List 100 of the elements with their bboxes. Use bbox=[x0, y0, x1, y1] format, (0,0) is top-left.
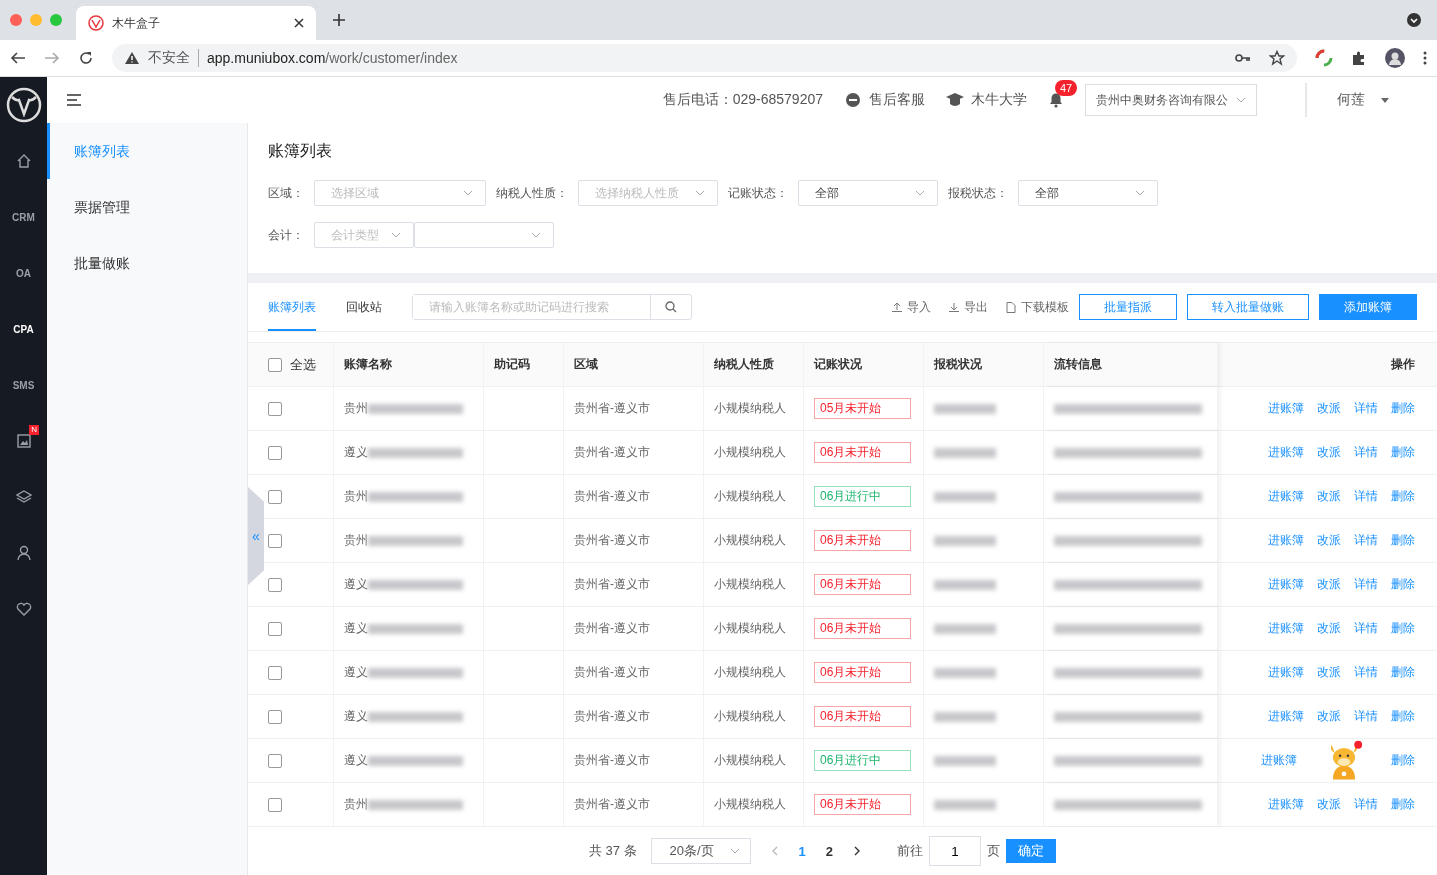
action-link[interactable]: 进账簿 bbox=[1268, 444, 1304, 461]
search-icon[interactable] bbox=[665, 301, 677, 313]
module-tab[interactable]: CRM bbox=[12, 211, 35, 223]
page-number[interactable]: 2 bbox=[825, 843, 834, 859]
row-checkbox[interactable] bbox=[268, 665, 282, 680]
row-checkbox[interactable] bbox=[268, 445, 282, 460]
layers-icon[interactable] bbox=[15, 490, 32, 504]
action-link[interactable]: 删除 bbox=[1391, 400, 1415, 417]
close-tab-icon[interactable] bbox=[294, 18, 304, 28]
action-link[interactable]: 改派 bbox=[1317, 708, 1341, 725]
next-page-icon[interactable] bbox=[853, 846, 862, 856]
image-icon[interactable] bbox=[16, 434, 31, 448]
row-checkbox[interactable] bbox=[268, 621, 282, 636]
browser-tab[interactable]: 木牛盒子 bbox=[76, 6, 316, 40]
action-link[interactable]: 改派 bbox=[1317, 532, 1341, 549]
filter-select[interactable]: 选择区域 bbox=[314, 180, 486, 206]
puzzle-icon[interactable] bbox=[1351, 50, 1367, 66]
action-link[interactable]: 删除 bbox=[1391, 488, 1415, 505]
address-bar[interactable]: 不安全 app.muniubox.com/work/customer/index bbox=[112, 44, 1297, 72]
action-link[interactable]: 详情 bbox=[1354, 664, 1378, 681]
action-link[interactable]: 删除 bbox=[1391, 752, 1415, 769]
row-checkbox[interactable] bbox=[268, 709, 282, 724]
action-link[interactable]: 改派 bbox=[1317, 444, 1341, 461]
university-link[interactable]: 木牛大学 bbox=[945, 91, 1027, 109]
company-select[interactable]: 贵州中奥财务咨询有限公 bbox=[1085, 84, 1257, 116]
action-link[interactable]: 详情 bbox=[1354, 532, 1378, 549]
action-link[interactable]: 详情 bbox=[1354, 576, 1378, 593]
row-checkbox[interactable] bbox=[268, 533, 282, 548]
file-link[interactable]: 下载模板 bbox=[1006, 298, 1069, 316]
action-link[interactable]: 进账簿 bbox=[1268, 708, 1304, 725]
action-link[interactable]: 进账簿 bbox=[1268, 576, 1304, 593]
sidebar-item[interactable]: 账簿列表 bbox=[47, 123, 247, 179]
action-link[interactable]: 进账簿 bbox=[1268, 664, 1304, 681]
service-link[interactable]: 售后客服 bbox=[843, 91, 925, 109]
page-number[interactable]: 1 bbox=[798, 843, 806, 859]
row-checkbox[interactable] bbox=[268, 489, 282, 504]
action-link[interactable]: 改派 bbox=[1317, 796, 1341, 813]
action-link[interactable]: 进账簿 bbox=[1268, 620, 1304, 637]
page-size-select[interactable]: 20条/页 bbox=[650, 838, 751, 864]
action-link[interactable]: 进账簿 bbox=[1268, 532, 1304, 549]
action-link[interactable]: 删除 bbox=[1391, 620, 1415, 637]
reload-icon[interactable] bbox=[78, 50, 94, 66]
action-link[interactable]: 改派 bbox=[1317, 664, 1341, 681]
action-link[interactable]: 详情 bbox=[1354, 488, 1378, 505]
action-link[interactable]: 删除 bbox=[1391, 532, 1415, 549]
search-field[interactable]: 请输入账簿名称或助记码进行搜索 bbox=[412, 294, 692, 320]
action-link[interactable]: 改派 bbox=[1317, 576, 1341, 593]
row-checkbox[interactable] bbox=[268, 797, 282, 812]
back-icon[interactable] bbox=[10, 50, 26, 66]
heart-icon[interactable] bbox=[15, 602, 32, 616]
list-tab[interactable]: 回收站 bbox=[346, 283, 382, 331]
action-link[interactable]: 详情 bbox=[1354, 400, 1378, 417]
action-link[interactable]: 删除 bbox=[1391, 664, 1415, 681]
module-tab[interactable]: CPA bbox=[13, 323, 34, 335]
action-link[interactable]: 改派 bbox=[1317, 620, 1341, 637]
select-all-checkbox[interactable] bbox=[268, 357, 282, 372]
accountant-type-select[interactable]: 会计类型 bbox=[314, 222, 414, 248]
sidebar-item[interactable]: 批量做账 bbox=[47, 235, 247, 291]
action-link[interactable]: 改派 bbox=[1317, 400, 1341, 417]
home-icon[interactable] bbox=[15, 153, 32, 169]
upload-link[interactable]: 导入 bbox=[892, 298, 931, 316]
more-icon[interactable] bbox=[1423, 51, 1427, 65]
toolbar-button[interactable]: 添加账簿 bbox=[1319, 294, 1417, 320]
user-menu[interactable]: 何莲 bbox=[1337, 91, 1389, 109]
action-link[interactable]: 进账簿 bbox=[1268, 796, 1304, 813]
sidebar-item[interactable]: 票据管理 bbox=[47, 179, 247, 235]
action-link[interactable]: 删除 bbox=[1391, 444, 1415, 461]
extension-icon[interactable] bbox=[1315, 49, 1333, 67]
star-icon[interactable] bbox=[1269, 50, 1285, 66]
filter-select[interactable]: 全部 bbox=[1018, 180, 1158, 206]
row-checkbox[interactable] bbox=[268, 577, 282, 592]
action-link[interactable]: 详情 bbox=[1354, 796, 1378, 813]
action-link[interactable]: 删除 bbox=[1391, 576, 1415, 593]
action-link[interactable]: 进账簿 bbox=[1268, 400, 1304, 417]
row-checkbox[interactable] bbox=[268, 753, 282, 768]
action-link[interactable]: 详情 bbox=[1354, 444, 1378, 461]
action-link[interactable]: 进账簿 bbox=[1268, 488, 1304, 505]
action-link[interactable]: 进账簿 bbox=[1261, 752, 1297, 769]
action-link[interactable]: 删除 bbox=[1391, 708, 1415, 725]
action-link[interactable]: 详情 bbox=[1354, 620, 1378, 637]
page-input[interactable]: 1 bbox=[929, 836, 982, 866]
user-icon[interactable] bbox=[16, 545, 31, 561]
action-link[interactable]: 详情 bbox=[1354, 708, 1378, 725]
new-tab-icon[interactable] bbox=[332, 13, 346, 27]
filter-select[interactable]: 选择纳税人性质 bbox=[578, 180, 718, 206]
tab-search-icon[interactable] bbox=[1406, 12, 1422, 28]
key-icon[interactable] bbox=[1235, 53, 1251, 63]
action-link[interactable]: 改派 bbox=[1317, 488, 1341, 505]
confirm-button[interactable]: 确定 bbox=[1006, 839, 1057, 863]
filter-select[interactable]: 全部 bbox=[798, 180, 938, 206]
toolbar-button[interactable]: 批量指派 bbox=[1079, 294, 1177, 320]
list-tab[interactable]: 账簿列表 bbox=[268, 283, 316, 331]
download-link[interactable]: 导出 bbox=[949, 298, 988, 316]
action-link[interactable]: 删除 bbox=[1391, 796, 1415, 813]
module-tab[interactable]: SMS bbox=[12, 379, 35, 391]
collapse-handle[interactable]: « bbox=[248, 487, 264, 585]
profile-avatar-icon[interactable] bbox=[1385, 48, 1405, 68]
menu-icon[interactable] bbox=[67, 94, 81, 106]
toolbar-button[interactable]: 转入批量做账 bbox=[1187, 294, 1309, 320]
row-checkbox[interactable] bbox=[268, 401, 282, 416]
